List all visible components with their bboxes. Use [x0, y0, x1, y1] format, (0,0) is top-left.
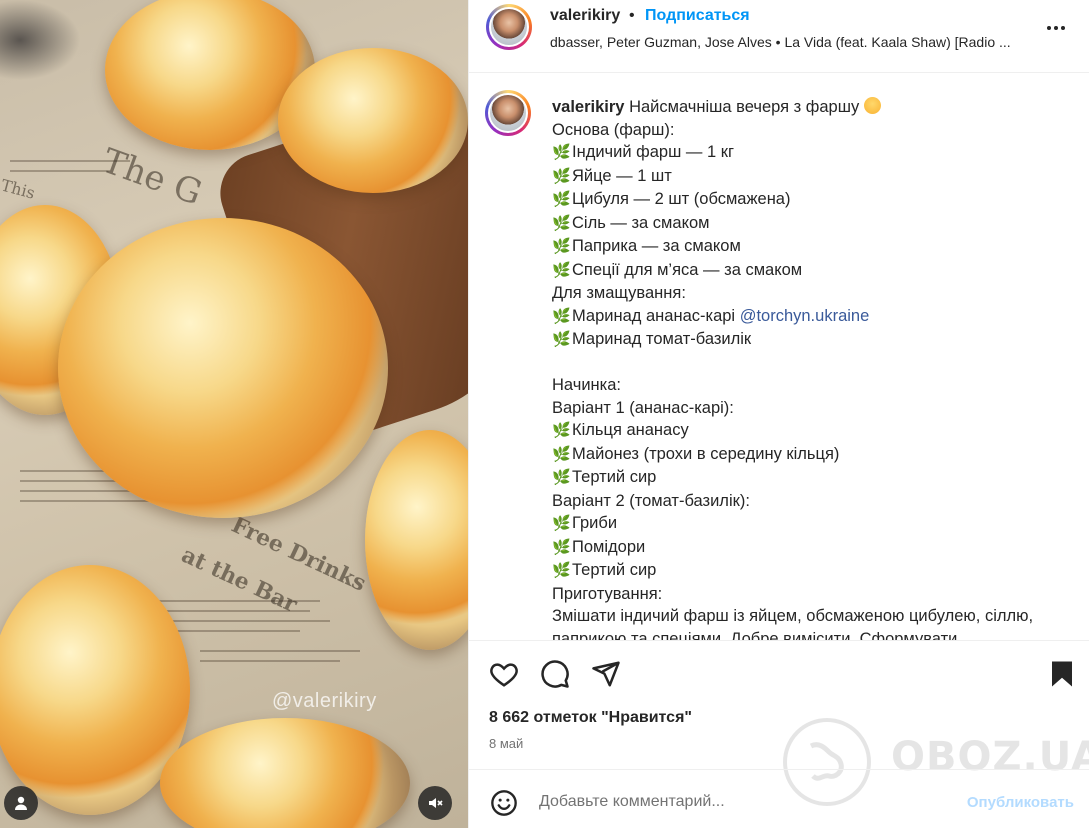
caption-line: Майонез (трохи в середину кільця) — [572, 444, 840, 463]
caption-line: Помідори — [572, 537, 646, 556]
caption-line: Тертий сир — [572, 561, 657, 579]
caption-line: Яйце — 1 шт — [572, 166, 672, 185]
leaf-emoji-icon: 🌿 — [552, 469, 571, 486]
leaf-emoji-icon: 🌿 — [552, 191, 571, 208]
bookmark-icon[interactable] — [1047, 659, 1077, 689]
post-caption: valerikiry Найсмачніша вечеря з фаршу Ос… — [552, 96, 1052, 640]
leaf-emoji-icon: 🌿 — [552, 515, 571, 532]
separator-dot: • — [629, 7, 635, 24]
caption-line: Змішати індичий фарш із яйцем, обсмажено… — [552, 607, 1034, 640]
leaf-emoji-icon: 🌿 — [552, 562, 571, 579]
leaf-emoji-icon: 🌿 — [552, 144, 571, 161]
post-date[interactable]: 8 май — [489, 736, 523, 751]
post-header: valerikiry • Подписаться dbasser, Peter … — [469, 0, 1089, 73]
caption-line: Начинка: — [552, 376, 621, 394]
caption-line: Основа (фарш): — [552, 120, 675, 139]
svg-text:This: This — [0, 176, 37, 203]
post-media-video[interactable]: The G at the Bar Free Drinks This @valer… — [0, 0, 468, 828]
caption-line: Паприка — за смаком — [572, 237, 741, 255]
caption-line: Приготування: — [552, 584, 663, 603]
leaf-emoji-icon: 🌿 — [552, 538, 571, 556]
leaf-emoji-icon: 🌿 — [552, 167, 571, 185]
post-actions-bar — [469, 640, 1089, 705]
caption-line: Сіль — за смаком — [572, 213, 710, 232]
share-icon[interactable] — [591, 659, 621, 689]
heart-icon[interactable] — [489, 659, 519, 689]
audio-track-link[interactable]: dbasser, Peter Guzman, Jose Alves • La V… — [550, 34, 1030, 50]
emoji-smiley-icon[interactable] — [490, 789, 518, 817]
caption-title: Найсмачніша вечеря з фаршу — [629, 98, 860, 116]
leaf-emoji-icon: 🌿 — [552, 261, 571, 279]
caption-line: Маринад ананас-карі — [572, 306, 736, 325]
leaf-emoji-icon: 🌿 — [552, 214, 571, 232]
comment-icon[interactable] — [540, 659, 570, 689]
media-watermark: @valerikiry — [272, 690, 377, 712]
comment-bar: Опубликовать — [469, 769, 1089, 828]
user-tags-button[interactable] — [4, 786, 38, 820]
avatar-image — [489, 7, 529, 47]
likes-count[interactable]: 8 662 отметок "Нравится" — [489, 709, 692, 727]
more-options-icon[interactable] — [1042, 18, 1070, 38]
caption-line: Для змащування: — [552, 284, 686, 302]
food-item — [278, 48, 468, 193]
food-item — [58, 218, 388, 518]
caption-line: Гриби — [572, 514, 618, 532]
caption-line: Спеції для м’яса — за смаком — [572, 260, 803, 279]
leaf-emoji-icon: 🌿 — [552, 445, 571, 463]
caption-line: Цибуля — 2 шт (обсмажена) — [572, 190, 791, 208]
mention-link[interactable]: @torchyn.ukraine — [740, 307, 870, 325]
comment-input[interactable] — [539, 790, 929, 814]
smiling-emoji-icon — [863, 97, 881, 114]
speaker-muted-icon — [429, 798, 443, 808]
publish-comment-button[interactable]: Опубликовать — [967, 794, 1074, 811]
mute-button[interactable] — [418, 786, 452, 820]
leaf-emoji-icon: 🌿 — [552, 307, 571, 325]
post-side-panel: valerikiry • Подписаться dbasser, Peter … — [468, 0, 1089, 828]
caption-scroll-area[interactable]: valerikiry Найсмачніша вечеря з фаршу Ос… — [469, 74, 1089, 640]
caption-line: Маринад томат-базилік — [572, 330, 752, 348]
leaf-emoji-icon: 🌿 — [552, 238, 571, 255]
caption-username[interactable]: valerikiry — [552, 98, 624, 116]
avatar-image — [488, 93, 528, 133]
leaf-emoji-icon: 🌿 — [552, 422, 571, 439]
caption-line: Кільця ананасу — [572, 421, 689, 439]
caption-line: Варіант 1 (ананас-карі): — [552, 398, 734, 417]
caption-author-avatar[interactable] — [485, 90, 531, 136]
leaf-emoji-icon: 🌿 — [552, 331, 571, 348]
author-username[interactable]: valerikiry — [550, 7, 620, 25]
caption-line: Індичий фарш — 1 кг — [572, 143, 734, 161]
caption-line: Варіант 2 (томат-базилік): — [552, 491, 750, 510]
user-icon — [15, 796, 27, 810]
follow-button[interactable]: Подписаться — [645, 7, 750, 25]
author-avatar[interactable] — [486, 4, 532, 50]
svg-text:The G: The G — [97, 141, 207, 214]
caption-line: Тертий сир — [572, 468, 657, 486]
